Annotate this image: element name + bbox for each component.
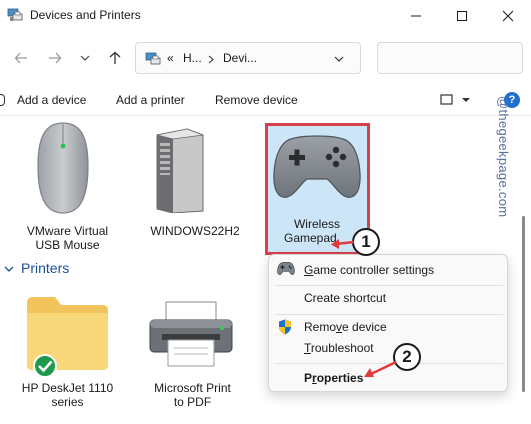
view-options-button[interactable]	[440, 93, 478, 110]
minimize-icon	[411, 15, 421, 17]
devices-printers-icon	[145, 52, 161, 65]
menu-item-label: Game controller settings	[304, 263, 435, 277]
breadcrumb-segment[interactable]: Devi...	[223, 51, 257, 65]
device-item[interactable]: WINDOWS22H2	[140, 117, 250, 252]
forward-button[interactable]	[44, 47, 66, 69]
menu-item-label: Create shortcut	[304, 291, 387, 305]
printer-icon	[149, 301, 233, 367]
device-label: Wireless	[293, 217, 340, 231]
chevron-down-icon[interactable]	[334, 54, 344, 64]
address-bar[interactable]: « H... Devi...	[135, 42, 361, 74]
chevron-down-icon	[80, 55, 90, 61]
arrow-right-icon	[49, 52, 62, 64]
device-label: USB Mouse	[35, 238, 100, 252]
devices-printers-icon	[7, 8, 23, 21]
maximize-button[interactable]	[439, 0, 485, 32]
mouse-icon	[37, 122, 89, 214]
uac-shield-icon	[279, 319, 291, 335]
folder-printer-icon	[27, 297, 108, 378]
minimize-button[interactable]	[393, 0, 439, 32]
arrow-annotation-2	[364, 360, 397, 377]
step-badge-1: 1	[352, 228, 380, 256]
add-printer-button[interactable]: Add a printer	[116, 93, 185, 107]
section-title-printers[interactable]: Printers	[21, 260, 69, 276]
menu-item-game-controller-settings[interactable]: Game controller settings	[269, 258, 507, 282]
arrow-up-icon	[109, 51, 121, 64]
address-overflow[interactable]: «	[167, 51, 174, 65]
device-label: VMware Virtual	[26, 224, 109, 238]
add-device-button[interactable]: Add a device	[17, 93, 86, 107]
recent-locations-button[interactable]	[74, 47, 96, 69]
close-button[interactable]	[485, 0, 531, 32]
view-icon	[440, 94, 470, 105]
device-item[interactable]: VMware Virtual USB Mouse	[20, 117, 115, 252]
menu-mnemonic: r	[312, 371, 317, 385]
command-bar-edge	[0, 94, 5, 106]
watermark: @thegeekpage.com	[496, 96, 515, 246]
maximize-icon	[457, 11, 467, 21]
menu-item-troubleshoot[interactable]: Troubleshoot	[269, 338, 507, 360]
printer-label: to PDF	[173, 395, 212, 409]
watermark-text: @thegeekpage.com	[496, 96, 511, 218]
menu-item-create-shortcut[interactable]: Create shortcut	[269, 287, 507, 311]
menu-item-label: Troubleshoot	[304, 341, 374, 355]
menu-separator	[275, 285, 503, 286]
up-button[interactable]	[104, 47, 126, 69]
gamepad-icon	[273, 135, 361, 198]
printer-item[interactable]: Microsoft Print to PDF	[140, 285, 245, 415]
back-button[interactable]	[10, 47, 32, 69]
vertical-scrollbar[interactable]	[522, 216, 525, 392]
chevron-down-icon[interactable]	[4, 264, 14, 274]
menu-item-remove-device[interactable]: Remove device	[269, 316, 507, 338]
menu-separator	[275, 314, 503, 315]
menu-item-label: Properties	[304, 371, 364, 385]
printer-item[interactable]: HP DeskJet 1110 series	[15, 285, 115, 415]
breadcrumb-segment[interactable]: H...	[183, 51, 202, 65]
menu-mnemonic: v	[336, 320, 343, 334]
menu-mnemonic: G	[304, 263, 314, 277]
menu-mnemonic: T	[304, 341, 311, 355]
gamepad-small-icon	[277, 262, 295, 275]
remove-device-button[interactable]: Remove device	[215, 93, 298, 107]
title-bar: Devices and Printers	[0, 0, 531, 32]
printer-label: series	[51, 395, 84, 409]
menu-item-label: Remove device	[304, 320, 387, 334]
search-input[interactable]	[377, 42, 523, 74]
arrow-left-icon	[14, 52, 27, 64]
navigation-bar: « H... Devi...	[0, 32, 531, 82]
printer-label: Microsoft Print	[154, 381, 231, 395]
computer-tower-icon	[156, 128, 204, 213]
device-label: WINDOWS22H2	[150, 224, 240, 238]
chevron-right-icon	[208, 55, 214, 64]
command-bar: Add a device Add a printer Remove device…	[0, 84, 531, 116]
window-title: Devices and Printers	[30, 8, 141, 22]
printer-label: HP DeskJet 1110	[21, 381, 114, 395]
arrow-annotation-1	[331, 239, 355, 249]
close-icon	[502, 10, 514, 22]
